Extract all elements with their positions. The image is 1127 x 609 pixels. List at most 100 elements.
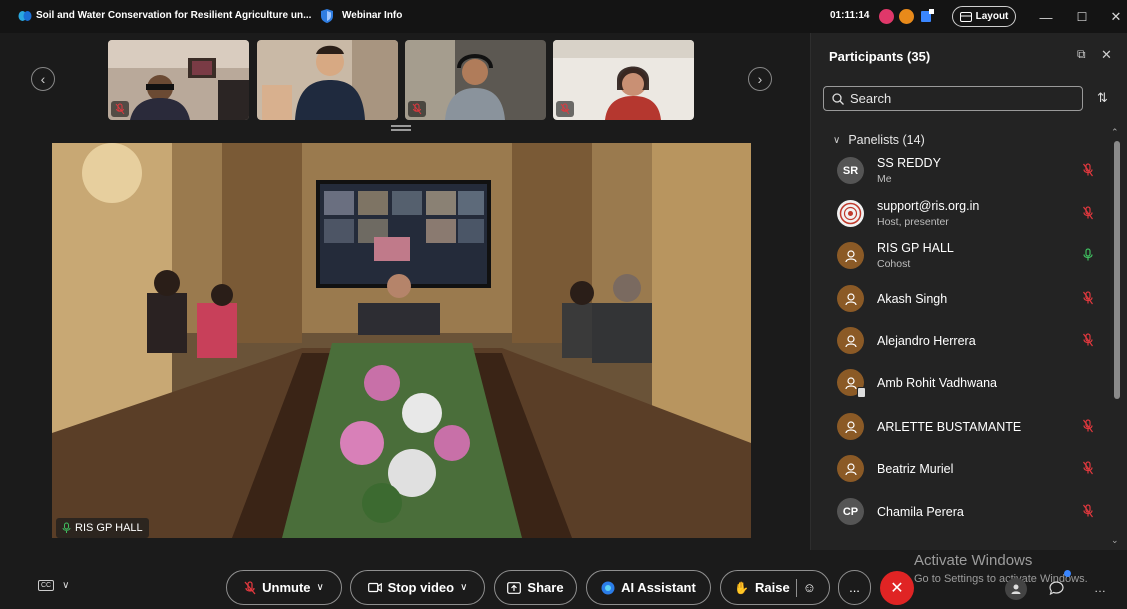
active-mic-icon[interactable]	[1082, 248, 1096, 264]
chevron-down-icon: ∨	[833, 134, 841, 146]
user-icon	[837, 413, 864, 440]
muted-mic-icon	[111, 101, 129, 117]
meeting-timer: 01:11:14	[830, 10, 870, 21]
search-input[interactable]: Search	[823, 86, 1083, 111]
more-label: ...	[849, 580, 860, 595]
meeting-title: Soil and Water Conservation for Resilien…	[36, 10, 312, 21]
participant-thumb-2[interactable]	[257, 40, 398, 120]
ai-assistant-label: AI Assistant	[621, 580, 696, 595]
captions-icon: CC	[38, 580, 55, 591]
recording-icon[interactable]	[879, 9, 894, 24]
conference-room-video	[52, 143, 751, 538]
leave-meeting-button[interactable]: ✕	[880, 571, 914, 605]
close-icon[interactable]: ✕	[1106, 7, 1126, 27]
notification-icon[interactable]	[899, 9, 914, 24]
participant-row[interactable]: Alejandro Herrera	[837, 321, 1107, 361]
captions-button[interactable]: CC ∨	[38, 580, 69, 591]
muted-mic-icon[interactable]	[1082, 504, 1096, 520]
search-icon	[832, 92, 844, 105]
participant-row[interactable]: Beatriz Muriel	[837, 449, 1107, 489]
more-panels-icon[interactable]: …	[1090, 578, 1110, 598]
participant-row[interactable]: SR SS REDDY Me	[837, 151, 1107, 191]
muted-mic-icon	[408, 101, 426, 117]
webex-window: Soil and Water Conservation for Resilien…	[0, 0, 1127, 609]
avatar: SR	[837, 157, 864, 184]
layout-icon	[959, 11, 972, 22]
shield-icon[interactable]	[320, 8, 334, 24]
popout-icon[interactable]: ⧉	[1077, 47, 1086, 62]
muted-mic-icon[interactable]	[1082, 163, 1096, 179]
active-mic-icon	[62, 522, 71, 533]
scroll-down-icon[interactable]: ⌄	[1111, 535, 1119, 546]
muted-mic-icon[interactable]	[1082, 461, 1096, 477]
resize-handle[interactable]	[391, 125, 411, 131]
muted-mic-icon[interactable]	[1082, 206, 1096, 222]
chevron-down-icon: ∨	[316, 582, 324, 593]
prev-thumbnails-button[interactable]: ‹	[31, 67, 55, 91]
layout-label: Layout	[975, 11, 1009, 22]
participant-thumb-1[interactable]	[108, 40, 249, 120]
divider	[795, 578, 797, 597]
participant-row[interactable]: Amb Rohit Vadhwana	[837, 363, 1107, 403]
apps-icon[interactable]	[920, 8, 935, 23]
panel-scrollbar[interactable]	[1114, 141, 1120, 399]
close-icon: ✕	[890, 580, 904, 597]
layout-button[interactable]: Layout	[952, 6, 1016, 27]
participant-row[interactable]: RIS GP HALL Cohost	[837, 236, 1107, 276]
user-icon	[837, 327, 864, 354]
user-icon	[837, 369, 866, 398]
reactions-icon[interactable]: ☺	[803, 580, 816, 595]
participant-name: support@ris.org.in	[877, 199, 980, 213]
participant-row[interactable]: CP Chamila Perera	[837, 492, 1107, 532]
sort-icon[interactable]: ⇅	[1097, 90, 1108, 106]
participant-thumb-4[interactable]	[553, 40, 694, 120]
raise-label: Raise	[754, 580, 790, 595]
ai-assistant-icon	[601, 581, 615, 594]
participant-name: Beatriz Muriel	[877, 462, 954, 476]
participant-video-1	[108, 40, 249, 120]
stop-video-button[interactable]: Stop video ∨	[350, 570, 485, 605]
search-placeholder: Search	[850, 91, 892, 106]
panelists-label: Panelists (14)	[848, 133, 925, 147]
participant-row[interactable]: support@ris.org.in Host, presenter	[837, 194, 1107, 234]
activation-watermark-title: Activate Windows	[914, 552, 1033, 569]
chat-icon[interactable]	[1046, 578, 1066, 598]
muted-mic-icon[interactable]	[1082, 291, 1096, 307]
participant-video-4	[553, 40, 694, 120]
ai-assistant-button[interactable]: AI Assistant	[586, 570, 711, 605]
panel-title: Participants (35)	[829, 49, 931, 64]
webex-logo-icon	[18, 11, 32, 21]
participant-name: Chamila Perera	[877, 505, 964, 519]
participant-row[interactable]: Akash Singh	[837, 279, 1107, 319]
next-thumbnails-button[interactable]: ›	[748, 67, 772, 91]
share-button[interactable]: Share	[494, 570, 577, 605]
participant-role: Me	[877, 173, 892, 185]
participant-name: Alejandro Herrera	[877, 334, 976, 348]
muted-mic-icon[interactable]	[1082, 419, 1096, 435]
webinar-info-button[interactable]: Webinar Info	[342, 10, 402, 21]
active-speaker-name: RIS GP HALL	[75, 522, 143, 534]
participant-name: Akash Singh	[877, 292, 948, 306]
share-label: Share	[527, 580, 564, 595]
user-icon	[837, 242, 864, 269]
stop-video-label: Stop video	[387, 580, 455, 595]
minimize-icon[interactable]: —	[1036, 7, 1056, 27]
chevron-down-icon: ∨	[460, 582, 468, 593]
maximize-icon[interactable]: ☐	[1072, 7, 1092, 27]
close-panel-icon[interactable]: ✕	[1101, 47, 1112, 63]
raise-hand-icon: ✋	[734, 580, 749, 595]
title-bar: Soil and Water Conservation for Resilien…	[0, 0, 1127, 33]
more-options-button[interactable]: ...	[838, 570, 871, 605]
unmute-button[interactable]: Unmute ∨	[226, 570, 342, 605]
participant-role: Host, presenter	[877, 216, 949, 228]
raise-hand-button[interactable]: ✋ Raise ☺	[720, 570, 830, 605]
participants-panel: Participants (35) ⧉ ✕ Search ⇅ ∨ Panelis…	[810, 33, 1127, 550]
muted-mic-icon[interactable]	[1082, 333, 1096, 349]
main-video[interactable]	[52, 143, 751, 538]
avatar: CP	[837, 498, 864, 525]
participants-icon[interactable]	[1005, 578, 1027, 600]
scroll-up-icon[interactable]: ⌃	[1111, 127, 1119, 138]
panelists-section-header[interactable]: ∨ Panelists (14)	[833, 133, 925, 147]
participant-row[interactable]: ARLETTE BUSTAMANTE	[837, 407, 1107, 447]
participant-thumb-3[interactable]	[405, 40, 546, 120]
